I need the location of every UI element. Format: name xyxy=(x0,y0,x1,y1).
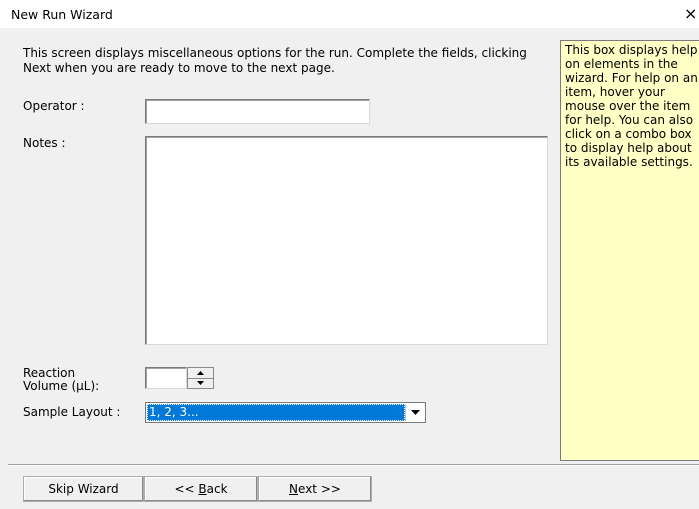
skip-wizard-button[interactable]: Skip Wizard xyxy=(23,476,144,502)
intro-text: This screen displays miscellaneous optio… xyxy=(23,46,527,75)
spin-down-icon[interactable] xyxy=(188,378,213,388)
footer-divider xyxy=(8,464,699,466)
help-box: This box displays help on elements in th… xyxy=(560,40,699,461)
sample-layout-label: Sample Layout : xyxy=(23,405,121,419)
window-title: New Run Wizard xyxy=(11,7,113,22)
next-button[interactable]: Next >> xyxy=(258,476,372,502)
operator-label: Operator : xyxy=(23,99,85,113)
back-label: << Back xyxy=(174,482,228,496)
notes-textarea[interactable] xyxy=(145,136,548,345)
sample-layout-combo[interactable]: 1, 2, 3... xyxy=(145,402,426,423)
skip-wizard-label: Skip Wizard xyxy=(48,482,119,496)
reaction-volume-spinner[interactable] xyxy=(187,367,214,389)
back-button[interactable]: << Back xyxy=(144,476,258,502)
reaction-volume-label-line2: Volume (µL): xyxy=(23,379,100,393)
title-bar: New Run Wizard × xyxy=(0,0,699,28)
next-label: Next >> xyxy=(289,482,341,496)
close-icon[interactable]: × xyxy=(684,4,699,24)
chevron-down-icon[interactable] xyxy=(405,404,424,421)
operator-input[interactable] xyxy=(145,99,370,124)
sample-layout-selected-value[interactable]: 1, 2, 3... xyxy=(147,404,405,421)
notes-label: Notes : xyxy=(23,136,66,150)
reaction-volume-label-line1: Reaction xyxy=(23,366,76,380)
reaction-volume-input[interactable] xyxy=(145,367,187,389)
